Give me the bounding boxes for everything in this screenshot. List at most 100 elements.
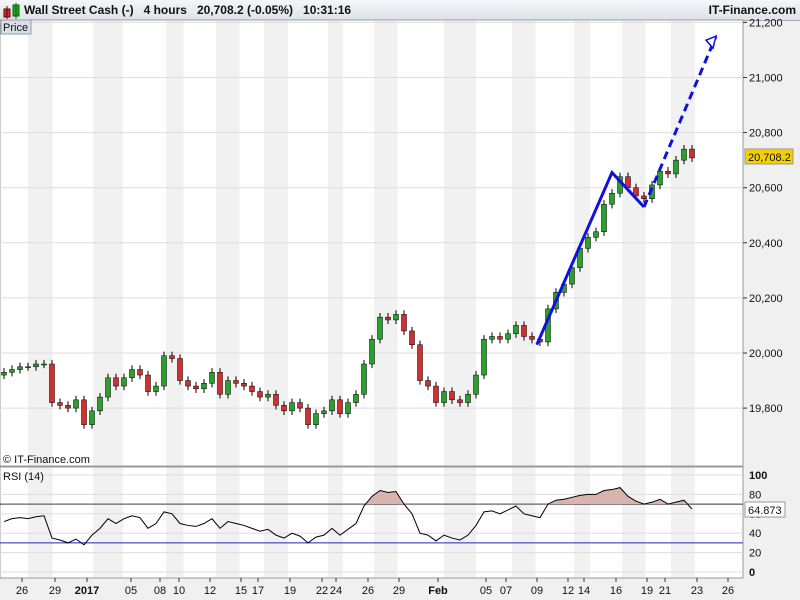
candle-body xyxy=(137,369,143,376)
candle-body xyxy=(361,363,367,395)
x-tick-label: 29 xyxy=(49,585,61,597)
candle-body xyxy=(505,333,511,340)
x-tick-label: 26 xyxy=(362,585,374,597)
x-tick-label: 21 xyxy=(659,585,671,597)
candle-body xyxy=(393,314,399,321)
candle-body xyxy=(73,399,79,409)
day-band xyxy=(444,21,476,577)
candle-body xyxy=(113,377,119,387)
candle-body xyxy=(233,380,239,384)
candle-body xyxy=(673,159,679,175)
price-tick-label: 20,800 xyxy=(749,128,783,140)
candle-body xyxy=(337,399,343,414)
candle-body xyxy=(257,391,263,398)
candle-body xyxy=(417,344,423,381)
x-tick-label: 07 xyxy=(500,585,512,597)
candle-body xyxy=(689,148,695,159)
x-tick-label: 19 xyxy=(284,585,296,597)
chart-canvas[interactable]: 19,800 20,000 20,200 20,400 20,600 20,800 21,0… xyxy=(0,0,800,600)
candle-body xyxy=(81,399,87,425)
price-tick-label: 20,000 xyxy=(749,348,783,360)
candle-body xyxy=(9,369,15,373)
x-tick-label: Feb xyxy=(428,585,448,597)
candle-body xyxy=(201,383,207,390)
x-tick-label: 14 xyxy=(578,585,590,597)
day-band xyxy=(216,21,240,577)
candle-body xyxy=(345,402,351,414)
day-band xyxy=(93,21,123,577)
day-band xyxy=(574,21,590,577)
candle-body xyxy=(1,372,7,376)
x-tick-label: 05 xyxy=(125,585,137,597)
candle-body xyxy=(657,170,663,186)
candle-body xyxy=(433,385,439,403)
x-tick-label: 10 xyxy=(173,585,185,597)
rsi-last-value-label: 64.873 xyxy=(748,505,782,517)
candle-body xyxy=(497,336,503,340)
candle-body xyxy=(609,192,615,205)
candle-body xyxy=(49,363,55,403)
x-tick-label: 15 xyxy=(235,585,247,597)
price-tick-label: 21,000 xyxy=(749,73,783,85)
candle-body xyxy=(593,231,599,238)
candle-body xyxy=(273,394,279,406)
candle-body xyxy=(385,316,391,321)
candle-body xyxy=(105,377,111,398)
candle-body xyxy=(353,394,359,403)
candle-body xyxy=(265,394,271,398)
price-panel-label: Price xyxy=(3,22,28,34)
last-price-label: 20,708.2 xyxy=(748,152,791,164)
candle-body xyxy=(305,407,311,425)
x-tick-label: 22 xyxy=(316,585,328,597)
day-band xyxy=(264,21,288,577)
candle-body xyxy=(329,399,335,412)
price-tick-label: 21,200 xyxy=(749,17,783,29)
candle-body xyxy=(681,148,687,161)
rsi-tick-label: 80 xyxy=(749,489,761,501)
candle-body xyxy=(641,195,647,199)
x-tick-label: 26 xyxy=(16,585,28,597)
candle-body xyxy=(145,374,151,392)
day-band xyxy=(671,21,695,577)
candle-body xyxy=(97,396,103,412)
x-tick-label: 24 xyxy=(330,585,342,597)
x-tick-label: 26 xyxy=(722,585,734,597)
candle-body xyxy=(457,399,463,403)
candle-body xyxy=(601,203,607,233)
candle-body xyxy=(425,380,431,387)
candle-body xyxy=(121,377,127,387)
candle-body xyxy=(217,372,223,395)
rsi-panel-label: RSI (14) xyxy=(3,471,44,483)
candle-body xyxy=(473,374,479,395)
rsi-tick-label: 20 xyxy=(749,548,761,560)
x-tick-label: 12 xyxy=(562,585,574,597)
candle-body xyxy=(193,385,199,390)
candle-body xyxy=(321,410,327,414)
candle-body xyxy=(441,391,447,403)
candle-body xyxy=(89,410,95,425)
x-tick-label: 17 xyxy=(252,585,264,597)
candle-body xyxy=(57,402,63,406)
candle-body xyxy=(401,314,407,332)
price-tick-label: 20,400 xyxy=(749,238,783,250)
candle-body xyxy=(369,338,375,365)
rsi-tick-label: 100 xyxy=(749,470,767,482)
candle-body xyxy=(177,358,183,381)
candle-body xyxy=(377,316,383,340)
candle-body xyxy=(249,385,255,392)
candle-body xyxy=(209,372,215,384)
x-tick-label: 12 xyxy=(204,585,216,597)
x-tick-label: 19 xyxy=(641,585,653,597)
candle-body xyxy=(17,366,23,370)
x-tick-label: 16 xyxy=(610,585,622,597)
candle-body xyxy=(129,369,135,379)
x-tick-label: 08 xyxy=(154,585,166,597)
candle-body xyxy=(585,237,591,249)
x-tick-label: 23 xyxy=(691,585,703,597)
candle-body xyxy=(169,355,175,359)
rsi-tick-label: 40 xyxy=(749,528,761,540)
price-tick-label: 20,200 xyxy=(749,293,783,305)
candle-body xyxy=(449,391,455,401)
copyright-text: © IT-Finance.com xyxy=(3,454,90,466)
candle-body xyxy=(481,338,487,376)
